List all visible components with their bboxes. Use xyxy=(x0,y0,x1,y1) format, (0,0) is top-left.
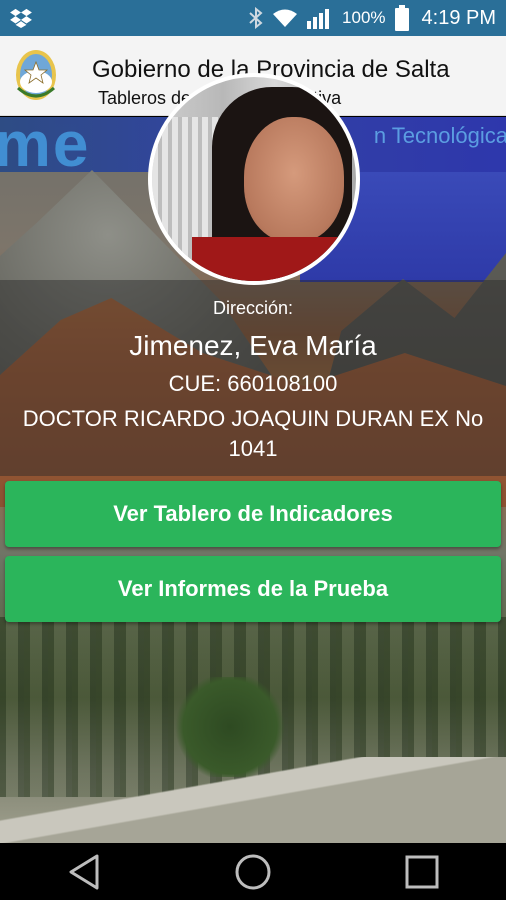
school-address: DOCTOR RICARDO JOAQUIN DURAN EX No 1041 xyxy=(22,406,484,461)
road xyxy=(0,757,506,843)
ver-tablero-button[interactable]: Ver Tablero de Indicadores xyxy=(5,481,501,547)
recents-icon[interactable] xyxy=(392,852,452,892)
clock: 4:19 PM xyxy=(421,6,496,29)
direccion-label: Dirección: xyxy=(212,298,294,318)
banner-text-left: me xyxy=(0,117,91,180)
bluetooth-icon xyxy=(248,7,264,29)
profile-photo xyxy=(148,73,360,285)
cue-code: CUE: 660108100 xyxy=(168,371,338,396)
home-icon[interactable] xyxy=(223,852,283,892)
director-name: Jimenez, Eva María xyxy=(129,330,377,361)
banner-text-right: n Tecnológica xyxy=(373,123,506,148)
provincial-seal-icon xyxy=(14,48,58,102)
battery-percent: 100% xyxy=(342,8,386,27)
back-icon[interactable] xyxy=(54,852,114,892)
wifi-icon xyxy=(272,8,298,28)
navigation-bar xyxy=(0,843,506,900)
photo-face xyxy=(244,117,344,242)
battery-icon xyxy=(394,5,410,31)
signal-icon xyxy=(306,7,334,29)
photo-shirt xyxy=(192,237,356,281)
dropbox-icon xyxy=(10,8,32,28)
ver-informes-button[interactable]: Ver Informes de la Prueba xyxy=(5,556,501,622)
status-bar: 100% 4:19 PM xyxy=(0,0,506,36)
